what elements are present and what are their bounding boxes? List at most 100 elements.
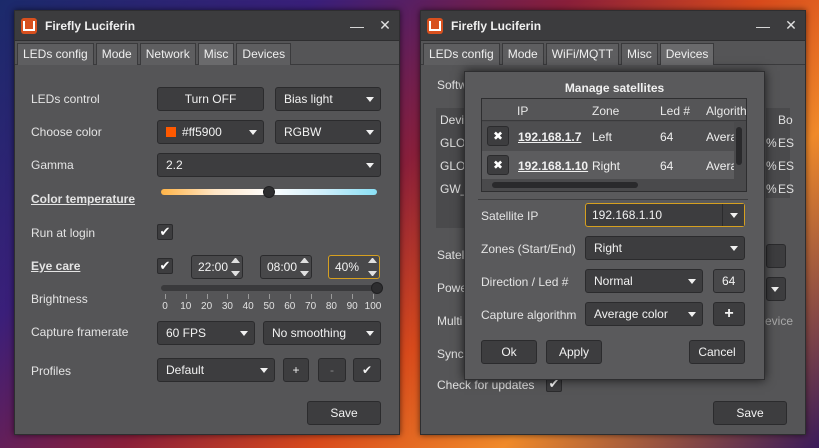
apply-profile-button[interactable]: ✔ — [353, 358, 381, 382]
smoothing-select[interactable]: No smoothing — [263, 321, 381, 345]
table-row[interactable]: ✖ 192.168.1.10 Right 64 Avera — [482, 151, 738, 180]
chevron-down-icon — [240, 331, 248, 336]
satellite-ip[interactable]: 192.168.1.10 — [518, 159, 588, 173]
run-at-login-label: Run at login — [31, 226, 96, 240]
brightness-handle[interactable] — [371, 282, 383, 294]
tab-leds-config[interactable]: LEDs config — [17, 43, 94, 65]
column-header-led[interactable]: Led # — [660, 104, 690, 118]
satellite-ip-combo[interactable]: 192.168.1.10 — [585, 203, 745, 227]
spinner-arrows-icon[interactable] — [231, 258, 240, 276]
column-header-zone[interactable]: Zone — [592, 104, 619, 118]
chevron-down-icon — [366, 331, 374, 336]
brightness-tick-label: 30 — [221, 301, 233, 312]
led-count-input[interactable]: 64 — [713, 269, 745, 293]
eye-care-start-time[interactable]: 22:00 — [191, 255, 243, 279]
eye-care-label[interactable]: Eye care — [31, 259, 80, 273]
tab-wifi-mqtt[interactable]: WiFi/MQTT — [545, 43, 620, 65]
power-label: Powe — [437, 281, 468, 295]
tab-leds-config[interactable]: LEDs config — [423, 43, 500, 65]
column-header-algorithm[interactable]: Algorith — [706, 104, 746, 118]
satellite-ip[interactable]: 192.168.1.7 — [518, 130, 581, 144]
table-horizontal-scrollbar[interactable] — [482, 179, 734, 191]
save-button[interactable]: Save — [307, 401, 381, 425]
apply-button[interactable]: Apply — [546, 340, 602, 364]
eye-care-percent-value: 40% — [335, 260, 360, 274]
color-format-select[interactable]: RGBW — [275, 120, 381, 144]
satellite-zone: Right — [592, 159, 621, 173]
eye-care-percent[interactable]: 40% — [328, 255, 380, 279]
close-button[interactable]: ✕ — [371, 17, 399, 34]
tab-devices[interactable]: Devices — [236, 43, 292, 65]
eye-care-checkbox[interactable]: ✔ — [157, 258, 173, 274]
tab-misc[interactable]: Misc — [197, 43, 235, 65]
device-column-header: Devi — [440, 113, 465, 127]
spinner-arrows-icon[interactable] — [300, 258, 309, 276]
scrollbar-thumb[interactable] — [736, 127, 742, 165]
gamma-select[interactable]: 2.2 — [157, 153, 381, 177]
scrollbar-thumb[interactable] — [492, 182, 638, 188]
minimize-button[interactable]: — — [749, 18, 777, 34]
leds-mode-value: Bias light — [284, 92, 333, 106]
color-temperature-label[interactable]: Color temperature — [31, 192, 135, 206]
spinner-arrows-icon[interactable] — [368, 258, 377, 276]
tab-misc[interactable]: Misc — [621, 43, 658, 65]
tab-devices[interactable]: Devices — [659, 43, 715, 65]
direction-select[interactable]: Normal — [585, 269, 703, 293]
brightness-tick-label: 0 — [162, 301, 168, 312]
device-type: ES — [778, 159, 795, 173]
tab-mode[interactable]: Mode — [95, 43, 138, 65]
device-type: ES — [778, 136, 795, 150]
table-vertical-scrollbar[interactable] — [734, 121, 744, 179]
framerate-value: 60 FPS — [166, 326, 207, 340]
brightness-tick — [269, 294, 270, 299]
brightness-tick — [248, 294, 250, 299]
column-header-ip[interactable]: IP — [517, 104, 528, 118]
chevron-down-icon — [771, 287, 779, 292]
multi-label: Multi — [437, 314, 463, 328]
device-percent: % — [766, 136, 777, 150]
brightness-slider[interactable] — [161, 285, 377, 291]
satellite-ip-value: 192.168.1.10 — [592, 208, 663, 222]
zones-select[interactable]: Right — [585, 236, 745, 260]
turn-off-button[interactable]: Turn OFF — [157, 87, 264, 111]
power-select[interactable] — [766, 277, 786, 301]
table-row[interactable]: ✖ 192.168.1.7 Left 64 Avera — [482, 122, 737, 151]
device-row[interactable]: GLO — [440, 136, 465, 150]
choose-color-label: Choose color — [31, 125, 102, 139]
chevron-down-icon — [366, 97, 374, 102]
eye-care-end-time[interactable]: 08:00 — [260, 255, 312, 279]
minimize-button[interactable]: — — [343, 18, 371, 34]
profile-select[interactable]: Default — [157, 358, 275, 382]
color-picker[interactable]: #ff5900 — [157, 120, 264, 144]
sync-label: Sync — [437, 347, 464, 361]
remove-satellite-button[interactable]: ✖ — [487, 126, 509, 146]
capture-framerate-label: Capture framerate — [31, 325, 129, 339]
add-profile-button[interactable]: + — [283, 358, 309, 382]
remove-profile-button[interactable]: - — [318, 358, 346, 382]
add-satellite-button[interactable]: + — [713, 302, 745, 326]
tab-mode[interactable]: Mode — [501, 43, 544, 65]
check-updates-label: Check for updates — [437, 378, 535, 392]
remove-satellite-button[interactable]: ✖ — [487, 155, 509, 175]
title-bar[interactable]: Firefly Luciferin — ✕ — [15, 11, 399, 41]
title-bar[interactable]: Firefly Luciferin — ✕ — [421, 11, 805, 41]
leds-mode-select[interactable]: Bias light — [275, 87, 381, 111]
run-at-login-checkbox[interactable]: ✔ — [157, 224, 173, 240]
save-button[interactable]: Save — [713, 401, 787, 425]
tab-bar: LEDs config Mode WiFi/MQTT Misc Devices — [421, 41, 805, 65]
capture-algorithm-select[interactable]: Average color — [585, 302, 703, 326]
satellite-zone: Left — [592, 130, 613, 144]
satellite-algorithm: Avera — [706, 159, 738, 173]
device-label-right: evice — [765, 314, 794, 328]
color-temperature-handle[interactable] — [263, 186, 275, 198]
close-button[interactable]: ✕ — [777, 17, 805, 34]
app-logo-icon — [427, 17, 443, 34]
cancel-button[interactable]: Cancel — [689, 340, 745, 364]
color-swatch — [166, 127, 176, 137]
tab-network[interactable]: Network — [139, 43, 196, 65]
ok-button[interactable]: Ok — [481, 340, 537, 364]
satellite-button[interactable] — [766, 244, 786, 268]
brightness-tick-label: 20 — [201, 301, 213, 312]
framerate-select[interactable]: 60 FPS — [157, 321, 255, 345]
device-row[interactable]: GLO — [440, 159, 465, 173]
